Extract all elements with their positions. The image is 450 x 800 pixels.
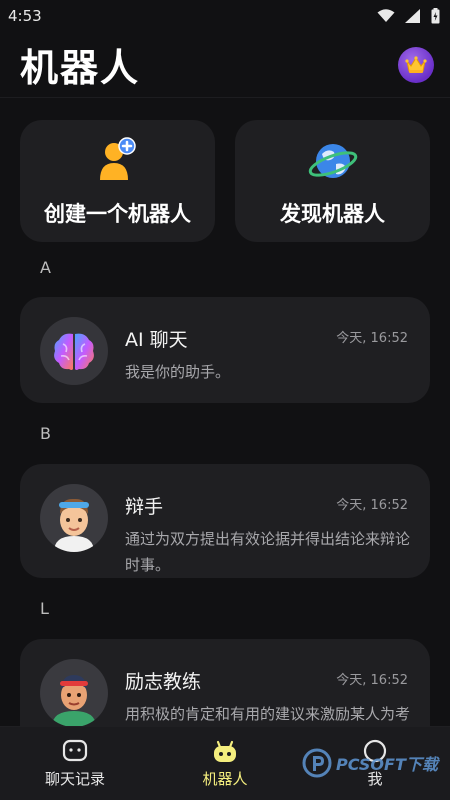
- header: 机器人: [0, 32, 450, 98]
- robot-icon: [214, 740, 236, 762]
- bot-description: 用积极的肯定和有用的建议来激励某人为考试而学习: [125, 705, 411, 723]
- status-bar: 4:53: [0, 0, 450, 32]
- add-user-icon: [99, 137, 136, 180]
- watermark-text: PCSOFT下载: [336, 755, 438, 774]
- bot-name: 励志教练: [125, 671, 202, 693]
- wifi-icon: [377, 9, 395, 22]
- bot-timestamp: 今天, 16:52: [336, 673, 408, 688]
- tab-label: 聊天记录: [44, 770, 105, 788]
- bot-card-ai-chat[interactable]: AI 聊天 今天, 16:52 我是你的助手。: [20, 297, 430, 403]
- bot-description: 通过为双方提出有效论据并得出结论来辩论时事。: [125, 530, 411, 574]
- action-row: 创建一个机器人 发现机器人: [20, 120, 430, 242]
- tab-bots[interactable]: 机器人: [150, 727, 300, 800]
- bot-name: AI 聊天: [125, 329, 188, 351]
- watermark-logo-icon: [302, 748, 332, 778]
- chat-icon: [62, 739, 88, 762]
- section-letter: A: [40, 258, 51, 277]
- bot-card-debater[interactable]: 辩手 今天, 16:52 通过为双方提出有效论据并得出结论来辩论时事。: [20, 464, 430, 578]
- avatar: [40, 484, 108, 552]
- status-icons: [377, 8, 440, 24]
- bot-timestamp: 今天, 16:52: [336, 498, 408, 513]
- battery-icon: [431, 8, 440, 24]
- tab-chat-history[interactable]: 聊天记录: [0, 727, 150, 800]
- create-bot-label: 创建一个机器人: [44, 202, 191, 226]
- tab-label: 机器人: [202, 770, 248, 788]
- bot-description: 我是你的助手。: [125, 363, 231, 381]
- discover-bots-button[interactable]: 发现机器人: [235, 120, 430, 242]
- section-letter: L: [40, 599, 49, 618]
- avatar: [40, 317, 108, 385]
- watermark: PCSOFT下载: [302, 748, 438, 778]
- bot-card-coach[interactable]: 励志教练 今天, 16:52 用积极的肯定和有用的建议来激励某人为考试而学习: [20, 639, 430, 726]
- bot-timestamp: 今天, 16:52: [336, 331, 408, 346]
- crown-icon: [405, 55, 427, 73]
- signal-icon: [405, 9, 420, 23]
- globe-icon: [308, 144, 357, 178]
- create-bot-button[interactable]: 创建一个机器人: [20, 120, 215, 242]
- status-time: 4:53: [8, 7, 42, 25]
- page-title: 机器人: [20, 46, 141, 90]
- vip-button[interactable]: [398, 46, 434, 83]
- coach-avatar-icon: [52, 675, 96, 726]
- avatar: [40, 659, 108, 726]
- debater-avatar-icon: [54, 498, 94, 552]
- section-letter: B: [40, 424, 51, 443]
- bot-name: 辩手: [125, 496, 164, 518]
- brain-icon: [54, 333, 94, 370]
- discover-bots-label: 发现机器人: [280, 202, 385, 226]
